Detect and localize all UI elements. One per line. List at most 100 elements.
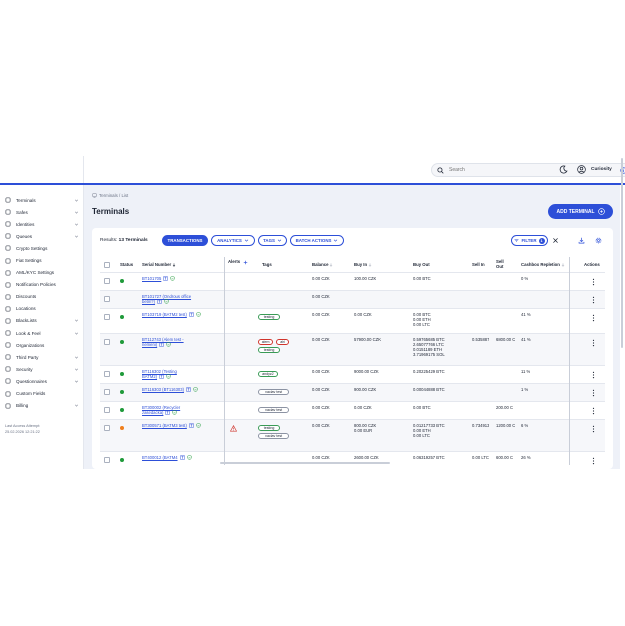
search-input[interactable] xyxy=(449,167,529,173)
tag-chip[interactable]: testing xyxy=(258,425,281,431)
user-menu[interactable]: Curiosity xyxy=(577,164,612,175)
serial-number[interactable]: BT300571 (BATM3 test) xyxy=(142,423,201,429)
col-balance[interactable]: Balance xyxy=(312,257,333,273)
moon-icon[interactable] xyxy=(559,165,568,174)
terminal-link[interactable]: BT103719 (BATM2 test) xyxy=(142,312,187,317)
row-checkbox[interactable] xyxy=(104,457,110,463)
tag-chip[interactable]: andyz2 xyxy=(258,371,278,377)
col-buy-in[interactable]: Buy In xyxy=(354,257,372,273)
sort-down-icon[interactable] xyxy=(172,263,176,267)
select-all-checkbox[interactable] xyxy=(104,262,110,268)
table-row[interactable]: BT300002 (Recycler zasedacka) vaclav test 0… xyxy=(100,402,605,420)
serial-number[interactable]: BT116302 (Testing BATM2) xyxy=(142,369,177,380)
table-row[interactable]: BT400012 (BATM4 0.00 CZK 2600.00 CZK 0.00 L… xyxy=(100,452,605,469)
sidebar-item-queues[interactable]: Queues xyxy=(5,230,79,242)
row-checkbox[interactable] xyxy=(104,407,110,413)
row-checkbox[interactable] xyxy=(104,425,110,431)
serial-number[interactable]: BT400012 (BATM4 xyxy=(142,455,192,461)
table-row[interactable]: BT101727 (Ondrous office betm?) 0.00 CZK xyxy=(100,291,605,309)
sidebar-item-third-party[interactable]: Third Party xyxy=(5,351,79,363)
terminal-link[interactable]: BT101705 xyxy=(142,276,161,281)
tags-button[interactable]: TAGS xyxy=(258,235,287,246)
sort-icon[interactable] xyxy=(368,263,372,267)
sidebar-item-aml-kyc-settings[interactable]: AML/KYC Settings xyxy=(5,267,79,279)
table-row[interactable]: BT300571 (BATM3 test) testing vaclav test 0… xyxy=(100,420,605,452)
more-actions-icon[interactable] xyxy=(592,389,595,397)
serial-number[interactable]: BT300002 (Recycler zasedacka) xyxy=(142,405,180,416)
add-alert-icon[interactable] xyxy=(243,260,248,265)
terminal-link[interactable]: zasedacka) xyxy=(142,410,163,415)
batch-actions-button[interactable]: BATCH ACTIONS xyxy=(290,235,344,246)
sidebar-item-fiat-settings[interactable]: Fiat Settings xyxy=(5,254,79,266)
tag-chip[interactable]: alem xyxy=(258,339,274,345)
more-actions-icon[interactable] xyxy=(592,339,595,347)
more-actions-icon[interactable] xyxy=(592,278,595,286)
terminal-link[interactable]: nemeni) xyxy=(142,342,157,347)
analytics-button[interactable]: ANALYTICS xyxy=(211,235,255,246)
buy-out-line: 0.00 BTC xyxy=(413,276,431,281)
terminal-link[interactable]: betm?) xyxy=(142,299,155,304)
add-terminal-button[interactable]: ADD TERMINAL xyxy=(548,204,613,219)
more-actions-icon[interactable] xyxy=(592,425,595,433)
table-row[interactable]: BT112743 (Alem test - nemeni) alem ahl testi… xyxy=(100,334,605,366)
table-row[interactable]: BT101705 0.00 CZK 100.00 CZK 0 % 0.00 BTC xyxy=(100,273,605,291)
download-icon[interactable] xyxy=(578,237,585,244)
sidebar-item-discounts[interactable]: Discounts xyxy=(5,291,79,303)
clear-filter-icon[interactable] xyxy=(552,237,559,244)
page-scrollbar[interactable] xyxy=(620,156,624,356)
tag-chip[interactable]: vaclav test xyxy=(258,407,290,413)
row-checkbox[interactable] xyxy=(104,389,110,395)
row-checkbox[interactable] xyxy=(104,314,110,320)
row-checkbox[interactable] xyxy=(104,296,110,302)
sidebar-item-look-feel[interactable]: Look & Feel xyxy=(5,327,79,339)
serial-number[interactable]: BT103719 (BATM2 test) xyxy=(142,312,201,318)
col-serial[interactable]: Serial Number xyxy=(142,257,176,273)
tag-chip[interactable]: testing xyxy=(258,314,281,320)
row-checkbox[interactable] xyxy=(104,278,110,284)
gear-icon[interactable] xyxy=(595,237,602,244)
table-row[interactable]: BT103719 (BATM2 test) testing 0.00 CZK 0.00… xyxy=(100,309,605,334)
more-actions-icon[interactable] xyxy=(592,457,595,465)
row-checkbox[interactable] xyxy=(104,339,110,345)
sidebar-item-blacklists[interactable]: BlackLists xyxy=(5,315,79,327)
sidebar-item-crypto-settings[interactable]: Crypto Settings xyxy=(5,242,79,254)
more-actions-icon[interactable] xyxy=(592,314,595,322)
serial-number[interactable]: BT116303 (BT116303) xyxy=(142,387,198,393)
terminal-link[interactable]: BT300571 (BATM3 test) xyxy=(142,423,187,428)
terminal-link[interactable]: BATM2) xyxy=(142,374,157,379)
terminal-link[interactable]: BT400012 (BATM4 xyxy=(142,455,178,460)
sidebar-item-locations[interactable]: Locations xyxy=(5,303,79,315)
sort-icon[interactable] xyxy=(561,263,565,267)
sidebar-item-billing[interactable]: Billing xyxy=(5,400,79,412)
more-actions-icon[interactable] xyxy=(592,296,595,304)
table-row[interactable]: BT116302 (Testing BATM2) andyz2 0.00 CZK 900… xyxy=(100,366,605,384)
more-actions-icon[interactable] xyxy=(592,371,595,379)
sort-icon[interactable] xyxy=(329,263,333,267)
transactions-button[interactable]: TRANSACTIONS xyxy=(162,235,208,246)
warning-icon[interactable] xyxy=(230,425,237,432)
sidebar-item-organizations[interactable]: Organizations xyxy=(5,339,79,351)
breadcrumb-text[interactable]: Terminals / List xyxy=(99,193,128,198)
table-row[interactable]: BT116303 (BT116303) vaclav test 0.00 CZK 90… xyxy=(100,384,605,402)
tag-chip[interactable]: vaclav test xyxy=(258,389,290,395)
tag-chip[interactable]: ahl xyxy=(276,339,290,345)
serial-number[interactable]: BT112743 (Alem test - nemeni) xyxy=(142,337,184,348)
terminal-link[interactable]: BT116303 (BT116303) xyxy=(142,387,184,392)
serial-number[interactable]: BT101727 (Ondrous office betm?) xyxy=(142,294,191,305)
sidebar-item-identities[interactable]: Identities xyxy=(5,218,79,230)
table-horizontal-scrollbar[interactable] xyxy=(220,462,390,464)
tag-chip[interactable]: vaclav test xyxy=(258,433,290,439)
sidebar-item-security[interactable]: Security xyxy=(5,363,79,375)
sidebar-item-notification-policies[interactable]: Notification Policies xyxy=(5,279,79,291)
filter-button[interactable]: FILTER 1 xyxy=(511,235,548,246)
tag-chip[interactable]: testing xyxy=(258,347,281,353)
sidebar-item-questionnaires[interactable]: Questionnaires xyxy=(5,375,79,387)
sidebar-item-safes[interactable]: Safes xyxy=(5,206,79,218)
sidebar-item-custom-fields[interactable]: Custom Fields xyxy=(5,388,79,400)
breadcrumb[interactable]: Terminals / List xyxy=(92,193,128,198)
serial-number[interactable]: BT101705 xyxy=(142,276,175,282)
more-actions-icon[interactable] xyxy=(592,407,595,415)
sidebar-item-terminals[interactable]: Terminals xyxy=(5,194,79,206)
row-checkbox[interactable] xyxy=(104,371,110,377)
col-cashbox[interactable]: Cashbox Repletion xyxy=(521,257,565,273)
